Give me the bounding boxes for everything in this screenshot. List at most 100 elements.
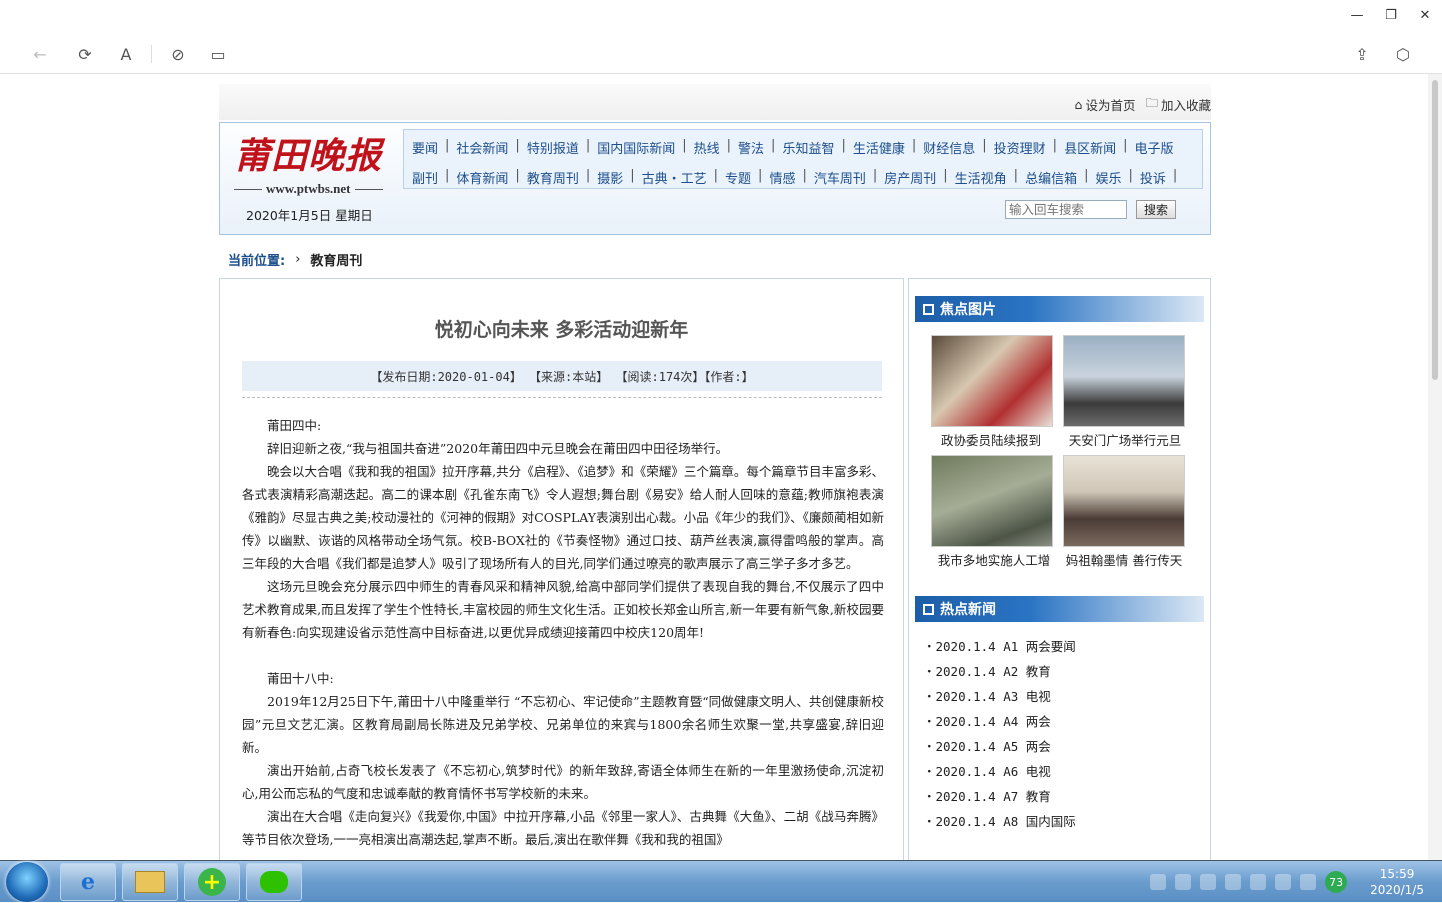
refresh-icon[interactable]: ⟳ — [73, 42, 97, 66]
link-icon[interactable]: ⊘ — [166, 42, 190, 66]
photo-caption[interactable]: 政协委员陆续报到 — [921, 430, 1061, 449]
nav-link[interactable]: 体育新闻 — [456, 168, 508, 187]
nav-separator: | — [445, 168, 450, 183]
share-icon[interactable]: ⇪ — [1350, 42, 1374, 66]
system-tray: 73 15:59 2020/1/5 — [1150, 861, 1442, 903]
nav-separator: | — [445, 138, 450, 153]
hot-news-item[interactable]: ・2020.1.4 A2 教育 — [923, 659, 1076, 684]
keyboard-icon[interactable] — [1150, 874, 1167, 890]
security-badge[interactable]: 73 — [1325, 871, 1348, 893]
nav-link[interactable]: 投诉 — [1140, 168, 1166, 187]
hot-news-item[interactable]: ・2020.1.4 A3 电视 — [923, 684, 1076, 709]
explorer-icon[interactable] — [122, 863, 178, 901]
article-paragraph: 2019年12月25日下午,莆田十八中隆重举行 “不忘初心、牢记使命”主题教育暨… — [242, 694, 884, 755]
article-paragraph: 晚会以大合唱《我和我的祖国》拉开序幕,共分《启程》、《追梦》和《荣耀》三个篇章。… — [242, 464, 884, 571]
photo-thumb[interactable] — [1063, 335, 1185, 427]
network-error-icon[interactable] — [1250, 874, 1267, 890]
square-icon — [923, 303, 934, 315]
hot-news-item[interactable]: ・2020.1.4 A1 两会要闻 — [923, 634, 1076, 659]
article-paragraph — [242, 644, 884, 667]
search-button[interactable]: 搜索 — [1136, 200, 1176, 219]
photo-thumb[interactable] — [1063, 455, 1185, 547]
nav-link[interactable]: 电子版 — [1134, 138, 1173, 157]
article-panel: 悦初心向未来 多彩活动迎新年 【发布日期:2020-01-04】 【来源:本站】… — [219, 278, 904, 860]
hot-news-item[interactable]: ・2020.1.4 A8 国内国际 — [923, 809, 1076, 834]
top-strip — [219, 84, 1211, 120]
hot-news-list: ・2020.1.4 A1 两会要闻 ・2020.1.4 A2 教育 ・2020.1.… — [923, 634, 1076, 834]
display-icon[interactable] — [1275, 874, 1292, 890]
security-app-icon[interactable]: + — [184, 863, 240, 901]
article-paragraph: 演出开始前,占奇飞校长发表了《不忘初心,筑梦时代》的新年致辞,寄语全体师生在新的… — [242, 763, 884, 801]
set-home-link[interactable]: ⌂ 设为首页 — [1075, 94, 1136, 115]
nav-link[interactable]: 要闻 — [412, 138, 438, 157]
nav-link[interactable]: 摄影 — [597, 168, 623, 187]
nav-link[interactable]: 特别报道 — [527, 138, 579, 157]
nav-separator: | — [713, 168, 719, 183]
nav-link[interactable]: 县区新闻 — [1064, 138, 1116, 157]
nav-link[interactable]: 财经信息 — [923, 138, 975, 157]
nav-link[interactable]: 汽车周刊 — [814, 168, 866, 187]
nav-separator: | — [1084, 168, 1089, 183]
nav-row-2: 副刊 | 体育新闻 | 教育周刊 | 摄影 | 古典・工艺 | 专题 | 情感 | 汽车周刊 | 房产周刊 | 生活… — [412, 168, 1184, 187]
site-logo[interactable]: 莆田晚报 www.ptwbs.net — [234, 127, 394, 199]
ie-icon[interactable]: e — [60, 863, 116, 901]
nav-link[interactable]: 副刊 — [412, 168, 438, 187]
hot-news-item[interactable]: ・2020.1.4 A5 两会 — [923, 734, 1076, 759]
nav-separator: | — [585, 168, 591, 183]
scroll-thumb[interactable] — [1432, 80, 1438, 380]
nav-link[interactable]: 警法 — [738, 138, 764, 157]
photo-caption[interactable]: 我市多地实施人工增 — [924, 550, 1064, 569]
add-favorite-link[interactable]: 🗀 加入收藏 — [1145, 94, 1211, 115]
breadcrumb-current[interactable]: 教育周刊 — [310, 250, 362, 269]
minimize-button[interactable]: — — [1340, 0, 1374, 30]
photo-caption[interactable]: 妈祖翰墨情 善行传天 — [1054, 550, 1194, 569]
nav-separator: | — [982, 138, 987, 153]
hot-news-item[interactable]: ・2020.1.4 A6 电视 — [923, 759, 1076, 784]
tab-icon[interactable]: ▭ — [206, 42, 230, 66]
photo-thumb[interactable] — [931, 455, 1053, 547]
breadcrumb: 当前位置: › 教育周刊 — [228, 250, 362, 269]
vertical-scrollbar[interactable] — [1428, 74, 1442, 860]
show-hidden-icon[interactable] — [1200, 874, 1217, 890]
nav-link[interactable]: 乐知益智 — [782, 138, 834, 157]
nav-link[interactable]: 房产周刊 — [884, 168, 936, 187]
nav-link[interactable]: 总编信箱 — [1025, 168, 1077, 187]
nav-separator: | — [1123, 138, 1128, 153]
nav-link[interactable]: 教育周刊 — [527, 168, 579, 187]
nav-separator: | — [1013, 168, 1019, 183]
nav-link[interactable]: 古典・工艺 — [642, 168, 707, 187]
nav-link[interactable]: 社会新闻 — [456, 138, 508, 157]
photo-caption[interactable]: 天安门广场举行元旦 — [1055, 430, 1195, 449]
breadcrumb-label: 当前位置: — [228, 254, 286, 269]
nav-link[interactable]: 专题 — [725, 168, 751, 187]
usb-icon[interactable] — [1225, 874, 1242, 890]
nav-link[interactable]: 情感 — [769, 168, 795, 187]
restore-button[interactable]: ❐ — [1374, 0, 1408, 30]
font-icon[interactable]: A — [114, 42, 138, 66]
focus-photos-header: 焦点图片 — [915, 296, 1204, 322]
photo-thumb[interactable] — [931, 335, 1053, 427]
nav-link[interactable]: 生活视角 — [955, 168, 1007, 187]
clock[interactable]: 15:59 2020/1/5 — [1370, 866, 1424, 898]
nav-link[interactable]: 国内国际新闻 — [597, 138, 675, 157]
folder-icon: 🗀 — [1145, 95, 1158, 110]
nav-link[interactable]: 生活健康 — [853, 138, 905, 157]
nav-separator: | — [872, 168, 878, 183]
article-paragraph: 辞旧迎新之夜,“我与祖国共奋进”2020年莆田四中元旦晚会在莆田四中田径场举行。 — [267, 441, 729, 456]
search-input[interactable] — [1005, 200, 1127, 219]
nav-link[interactable]: 投资理财 — [994, 138, 1046, 157]
help-icon[interactable] — [1175, 874, 1192, 890]
volume-icon[interactable] — [1300, 874, 1317, 890]
hot-news-item[interactable]: ・2020.1.4 A7 教育 — [923, 784, 1076, 809]
nav-link[interactable]: 娱乐 — [1095, 168, 1121, 187]
article-meta: 【发布日期:2020-01-04】 【来源:本站】 【阅读:174次】【作者:】 — [242, 361, 882, 391]
start-button[interactable] — [6, 862, 48, 902]
close-button[interactable]: ✕ — [1408, 0, 1442, 30]
cube-icon[interactable]: ⬡ — [1391, 42, 1415, 66]
nav-link[interactable]: 热线 — [694, 138, 720, 157]
article-paragraph: 这场元旦晚会充分展示四中师生的青春风采和精神风貌,给高中部同学们提供了表现自我的… — [242, 579, 884, 640]
back-icon[interactable]: ← — [28, 42, 52, 66]
article-title: 悦初心向未来 多彩活动迎新年 — [434, 319, 689, 341]
wechat-icon[interactable] — [246, 863, 302, 901]
hot-news-item[interactable]: ・2020.1.4 A4 两会 — [923, 709, 1076, 734]
